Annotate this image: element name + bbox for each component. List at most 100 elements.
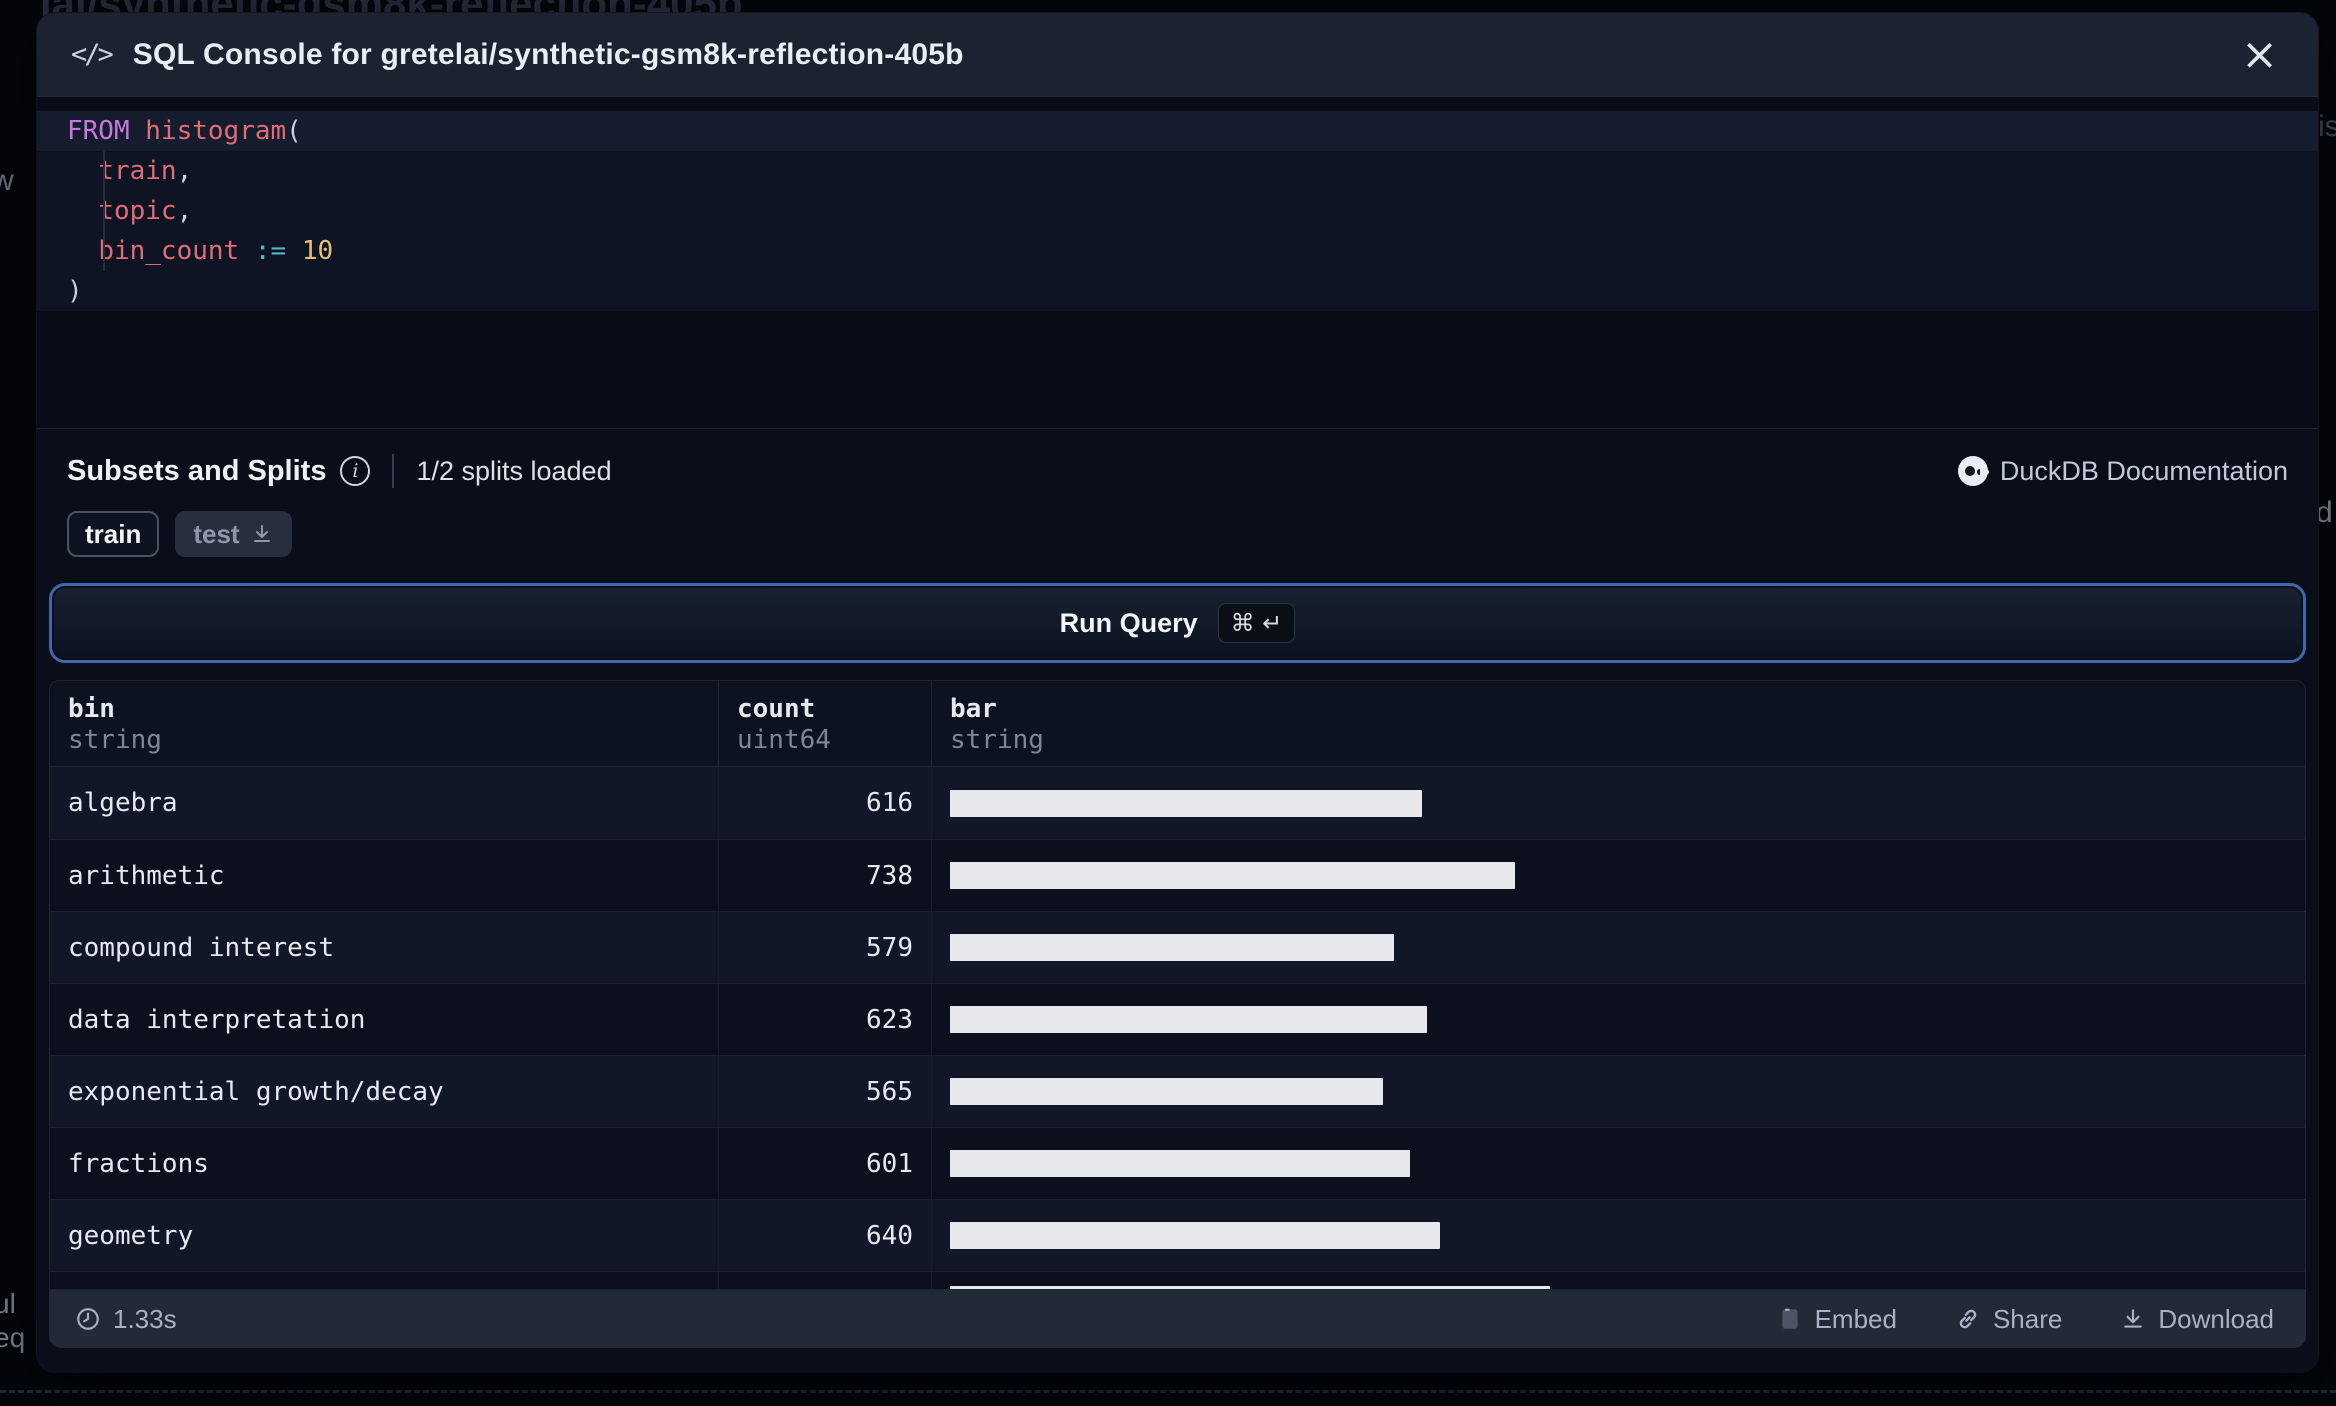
cell-bin [50,1272,719,1289]
kbd-shortcut: ⌘ ↵ [1217,603,1296,643]
cell-bin: arithmetic [50,840,719,911]
cell-bin: algebra [50,767,719,839]
cell-bin: compound interest [50,912,719,983]
modal-title: SQL Console for gretelai/synthetic-gsm8k… [132,37,964,71]
code-token: ( [286,116,302,146]
cell-bin: fractions [50,1128,719,1199]
column-header-bar: bar string [932,681,2305,766]
splits-loaded-label: 1/2 splits loaded [416,455,612,486]
column-name: bar [950,694,997,724]
table-row: arithmetic 738 [50,839,2305,911]
code-token: FROM [67,116,130,146]
split-pill-train[interactable]: train [67,511,160,557]
query-duration: 1.33s [75,1304,177,1335]
code-token: histogram [145,116,287,146]
cell-count: 579 [719,912,932,983]
download-label: Download [2158,1303,2274,1334]
code-line[interactable]: topic, [37,191,2318,231]
cell-bar [932,767,2305,839]
modal-header: </> SQL Console for gretelai/synthetic-g… [37,13,2318,97]
duckdb-doc-link[interactable]: DuckDB Documentation [1957,456,2288,487]
table-row: exponential growth/decay 565 [50,1055,2305,1127]
code-token: := [254,236,287,266]
cell-bar [932,1200,2305,1271]
background-dashed-divider [0,1390,2336,1393]
code-line[interactable]: FROM histogram( [37,111,2318,151]
cell-count: 616 [719,767,932,839]
embed-icon [1781,1308,1798,1329]
column-type: string [950,725,1044,755]
duration-value: 1.33s [113,1303,177,1334]
table-header: bin string count uint64 bar string [50,681,2305,767]
cell-count: 565 [719,1056,932,1127]
code-token: 10 [301,236,334,266]
background-text-fragment: d [2316,496,2333,529]
cell-count: 738 [719,840,932,911]
run-query-button[interactable]: Run Query ⌘ ↵ [49,583,2306,663]
close-button[interactable]: × [2235,32,2284,77]
cell-bin: geometry [50,1200,719,1271]
cell-count: 601 [719,1128,932,1199]
cell-count: 640 [719,1200,932,1271]
code-token: bin_count [98,236,240,266]
cell-count: 623 [719,984,932,1055]
column-type: string [68,725,162,755]
page: { "colors":{ "accent":"#4066ad","bar":"#… [0,0,2336,1406]
histogram-bar [950,1222,1440,1249]
column-name: bin [68,694,115,724]
histogram-bar [950,789,1422,817]
cell-bar [932,1272,2305,1289]
split-label: test [193,518,240,549]
table-row: compound interest 579 [50,911,2305,983]
share-button[interactable]: Share [1949,1303,2068,1336]
results-table: bin string count uint64 bar string algebra 616… [49,680,2306,1290]
split-pills: train test [67,511,292,557]
table-row: geometry 640 [50,1199,2305,1271]
cell-count [719,1272,932,1289]
split-label: train [85,518,142,549]
column-header-bin: bin string [50,681,719,766]
download-button[interactable]: Download [2114,1303,2280,1336]
sql-editor[interactable]: FROM histogram( train, topic, bin_count … [37,97,2318,429]
background-text-fragment: w [0,164,14,197]
share-label: Share [1992,1303,2063,1334]
cell-bar [932,1056,2305,1127]
duckdb-logo-icon [1957,456,1989,486]
info-icon[interactable]: i [340,456,371,486]
table-row: data interpretation 623 [50,983,2305,1055]
run-query-label: Run Query [1059,607,1198,638]
footer-bar: 1.33s Embed Share Download [49,1290,2306,1348]
column-header-count: count uint64 [719,681,932,766]
split-pill-test[interactable]: test [175,511,292,557]
embed-button[interactable]: Embed [1771,1303,1903,1336]
code-icon: </> [71,39,114,70]
embed-label: Embed [1814,1303,1897,1334]
subsets-bar: Subsets and Splits i 1/2 splits loaded D… [67,445,2288,497]
histogram-bar [950,1150,1410,1177]
table-row-partial [50,1271,2305,1289]
code-token: train [98,156,177,186]
cell-bin: exponential growth/decay [50,1056,719,1127]
download-icon [253,525,270,542]
code-token: , [176,156,193,186]
sql-console-modal: </> SQL Console for gretelai/synthetic-g… [37,13,2318,1372]
background-text-fragment: ul [0,1288,16,1319]
background-text-fragment: eq [0,1322,26,1353]
background-text-fragment: is [2318,110,2336,143]
cell-bar [932,840,2305,911]
indent-guide [103,151,105,271]
cell-bin: data interpretation [50,984,719,1055]
cell-bar [932,912,2305,983]
code-token: topic [98,196,177,226]
table-row: algebra 616 [50,767,2305,839]
code-line[interactable]: bin_count := 10 [37,231,2318,271]
code-line[interactable]: ) [37,271,2318,311]
code-line[interactable]: train, [37,151,2318,191]
table-row: fractions 601 [50,1127,2305,1199]
code-token: , [176,196,193,226]
download-icon [2124,1309,2143,1328]
